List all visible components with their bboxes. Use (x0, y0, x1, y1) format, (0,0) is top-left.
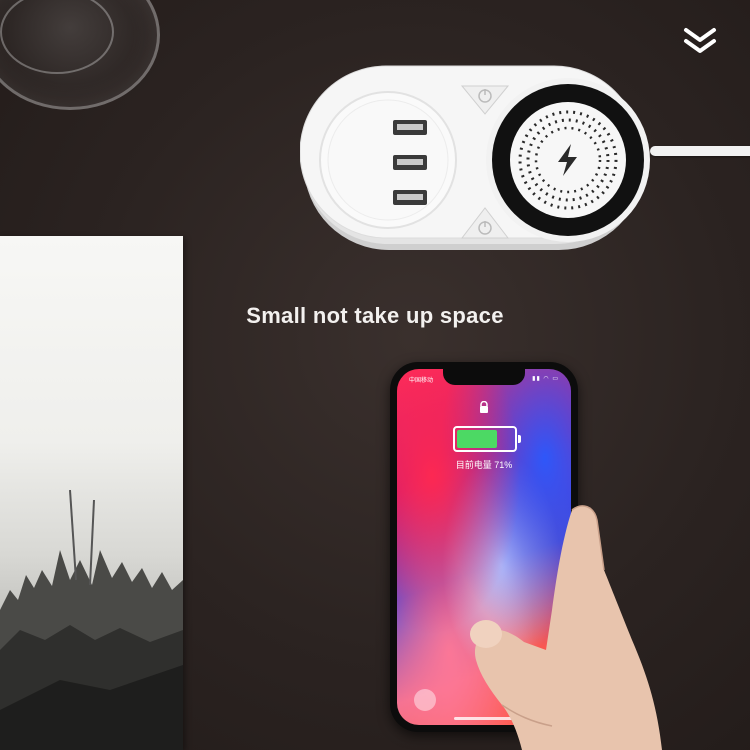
usb-ports (393, 120, 427, 205)
battery-level (457, 430, 497, 448)
flashlight-icon[interactable] (414, 689, 436, 711)
status-icons: ▮▮ ◠ ▭ (532, 376, 559, 382)
battery-charge-text: 目前电量 71% (455, 460, 513, 470)
double-chevron-down-icon[interactable] (682, 26, 718, 56)
landscape-photo-print (0, 236, 183, 750)
carrier-label: 中国移动 (409, 378, 434, 384)
product-photo: Small not take up space 中国移动 ▮▮ ◠ ▭ 目前电量… (0, 0, 750, 750)
power-cable (650, 146, 750, 156)
drinking-glass (0, 0, 160, 110)
battery-tip (518, 435, 521, 443)
phone-notch (443, 369, 525, 385)
hand (470, 505, 662, 750)
battery-indicator (453, 426, 521, 452)
charging-station (300, 65, 650, 250)
lock-icon (480, 401, 488, 413)
